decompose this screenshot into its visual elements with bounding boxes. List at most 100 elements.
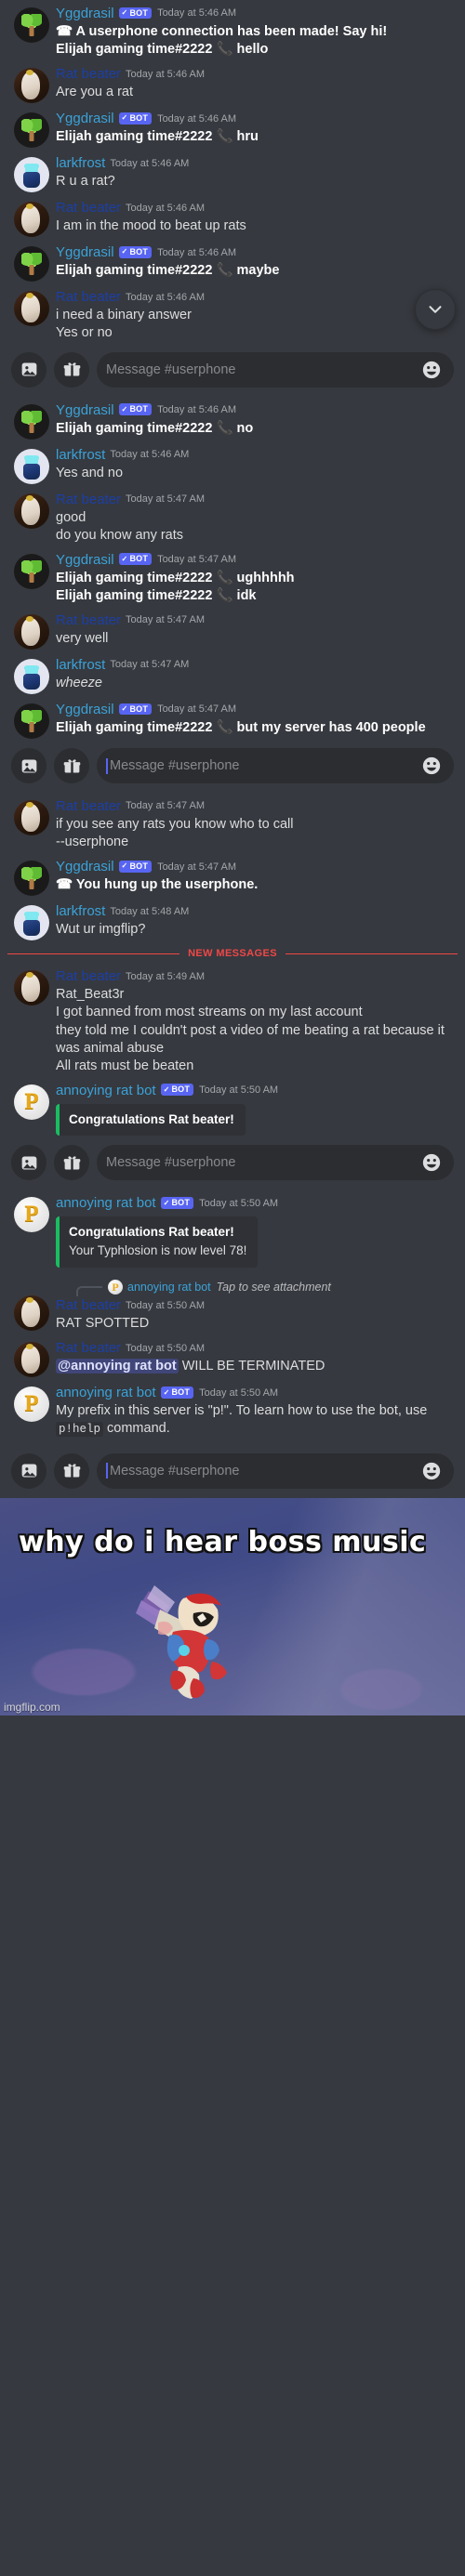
username[interactable]: Rat beater: [56, 612, 121, 629]
message-row[interactable]: Yggdrasil ✓ BOT Today at 5:47 AM ☎ You hu…: [0, 853, 465, 898]
message-row[interactable]: Rat beater Today at 5:47 AM very well: [0, 607, 465, 651]
username[interactable]: Rat beater: [56, 1297, 121, 1314]
message-composer[interactable]: Message #userphone: [0, 1137, 465, 1190]
username[interactable]: larkfrost: [56, 903, 105, 920]
message-row[interactable]: Yggdrasil ✓ BOT Today at 5:47 AM Elijah g…: [0, 696, 465, 741]
message-composer[interactable]: Message #userphone: [0, 344, 465, 397]
emoji-button[interactable]: [420, 1461, 443, 1481]
message-input[interactable]: Message #userphone: [97, 1145, 454, 1181]
message-row[interactable]: larkfrost Today at 5:47 AM wheeze: [0, 651, 465, 696]
tree-avatar[interactable]: [14, 553, 49, 589]
message-input-placeholder: Message #userphone: [110, 1463, 240, 1479]
rat-avatar[interactable]: [14, 1342, 49, 1378]
username[interactable]: Yggdrasil: [56, 111, 114, 127]
emoji-button[interactable]: [420, 1152, 443, 1173]
username[interactable]: Rat beater: [56, 200, 121, 217]
pbot-avatar[interactable]: [14, 1387, 49, 1423]
message-row[interactable]: Yggdrasil ✓ BOT Today at 5:46 AM ☎ A user…: [0, 0, 465, 60]
username[interactable]: Rat beater: [56, 492, 121, 508]
message-row[interactable]: Rat beater Today at 5:50 AM @annoying ra…: [0, 1334, 465, 1379]
upload-image-button[interactable]: [11, 351, 46, 388]
message-row[interactable]: Rat beater Today at 5:47 AM if you see a…: [0, 793, 465, 853]
emoji-button[interactable]: [420, 756, 443, 776]
username[interactable]: annoying rat bot: [56, 1083, 156, 1099]
tree-avatar[interactable]: [14, 7, 49, 43]
username[interactable]: Yggdrasil: [56, 702, 114, 718]
upload-image-button[interactable]: [11, 1452, 46, 1489]
meme-image[interactable]: why do i hear boss music imgflip.com: [0, 1497, 465, 1715]
rat-avatar[interactable]: [14, 970, 49, 1006]
message-row[interactable]: Yggdrasil ✓ BOT Today at 5:46 AM Elijah g…: [0, 397, 465, 441]
username[interactable]: larkfrost: [56, 447, 105, 464]
username[interactable]: Yggdrasil: [56, 859, 114, 875]
message-input[interactable]: Message #userphone: [97, 351, 454, 388]
message-row[interactable]: larkfrost Today at 5:46 AM R u a rat?: [0, 150, 465, 194]
message-input[interactable]: Message #userphone: [97, 748, 454, 783]
message-row[interactable]: larkfrost Today at 5:46 AM Yes and no: [0, 441, 465, 486]
rat-avatar[interactable]: [14, 202, 49, 238]
message-input[interactable]: Message #userphone: [97, 1452, 454, 1489]
username[interactable]: Yggdrasil: [56, 6, 114, 22]
upload-image-button[interactable]: [11, 1145, 46, 1181]
larkfrost-avatar[interactable]: [14, 157, 49, 193]
rich-embed[interactable]: Congratulations Rat beater! Your Typhlos…: [56, 1216, 259, 1268]
username[interactable]: Rat beater: [56, 798, 121, 815]
reply-snippet[interactable]: Tap to see attachment: [217, 1281, 331, 1294]
message-row[interactable]: Rat beater Today at 5:46 AM i need a bin…: [0, 283, 465, 344]
username[interactable]: Yggdrasil: [56, 552, 114, 569]
message-row[interactable]: Yggdrasil ✓ BOT Today at 5:46 AM Elijah g…: [0, 239, 465, 283]
gift-button[interactable]: [54, 1452, 89, 1489]
gift-button[interactable]: [54, 748, 89, 783]
username[interactable]: Rat beater: [56, 289, 121, 306]
message-row[interactable]: Yggdrasil ✓ BOT Today at 5:46 AM Elijah g…: [0, 105, 465, 150]
username[interactable]: Rat beater: [56, 968, 121, 985]
message-row[interactable]: Yggdrasil ✓ BOT Today at 5:47 AM Elijah g…: [0, 546, 465, 607]
rich-embed[interactable]: Congratulations Rat beater!: [56, 1103, 246, 1137]
username[interactable]: annoying rat bot: [56, 1195, 156, 1212]
larkfrost-avatar[interactable]: [14, 448, 49, 484]
username[interactable]: Yggdrasil: [56, 402, 114, 419]
message-row[interactable]: annoying rat bot ✓BOT Today at 5:50 AM C…: [0, 1189, 465, 1269]
rat-avatar[interactable]: [14, 291, 49, 327]
pbot-avatar[interactable]: [14, 1084, 49, 1120]
bot-label: BOT: [129, 246, 149, 256]
upload-image-button[interactable]: [11, 748, 46, 783]
message-row[interactable]: Rat beater Today at 5:46 AM Are you a ra…: [0, 60, 465, 105]
username[interactable]: Rat beater: [56, 66, 121, 83]
message-row[interactable]: Rat beater Today at 5:46 AM I am in the …: [0, 194, 465, 239]
tree-avatar[interactable]: [14, 246, 49, 283]
username[interactable]: larkfrost: [56, 657, 105, 674]
message-row[interactable]: larkfrost Today at 5:48 AM Wut ur imgfli…: [0, 898, 465, 942]
jump-to-present-button[interactable]: [415, 289, 456, 331]
message-row[interactable]: Rat beater Today at 5:49 AM Rat_Beat3r I…: [0, 963, 465, 1077]
username[interactable]: Yggdrasil: [56, 244, 114, 261]
tree-avatar[interactable]: [14, 861, 49, 897]
tree-avatar[interactable]: [14, 703, 49, 739]
message-row[interactable]: Rat beater Today at 5:47 AM good do you …: [0, 486, 465, 546]
rat-avatar[interactable]: [14, 1295, 49, 1332]
reply-preview[interactable]: annoying rat bot Tap to see attachment: [76, 1279, 452, 1297]
message-row[interactable]: annoying rat bot ✓BOT Today at 5:50 AM M…: [0, 1379, 465, 1439]
rat-avatar[interactable]: [14, 68, 49, 104]
message-row[interactable]: annoying rat bot ✓BOT Today at 5:50 AM C…: [0, 1077, 465, 1138]
reply-author-name[interactable]: annoying rat bot: [127, 1281, 211, 1294]
message-composer[interactable]: Message #userphone: [0, 1439, 465, 1498]
tree-avatar[interactable]: [14, 112, 49, 149]
gift-button[interactable]: [54, 1145, 89, 1181]
rat-avatar[interactable]: [14, 800, 49, 835]
rat-avatar[interactable]: [14, 614, 49, 650]
rat-avatar[interactable]: [14, 493, 49, 529]
emoji-button[interactable]: [420, 360, 443, 380]
message-composer[interactable]: Message #userphone: [0, 741, 465, 793]
larkfrost-avatar[interactable]: [14, 905, 49, 941]
tree-avatar[interactable]: [14, 403, 49, 440]
gift-button[interactable]: [54, 351, 89, 388]
message-row[interactable]: annoying rat bot Tap to see attachment R…: [0, 1269, 465, 1334]
username[interactable]: larkfrost: [56, 155, 105, 172]
larkfrost-avatar[interactable]: [14, 659, 49, 694]
avatar-column: [7, 657, 56, 694]
pbot-avatar[interactable]: [14, 1197, 49, 1233]
user-mention[interactable]: @annoying rat bot: [56, 1359, 179, 1374]
username[interactable]: annoying rat bot: [56, 1385, 156, 1401]
username[interactable]: Rat beater: [56, 1340, 121, 1357]
